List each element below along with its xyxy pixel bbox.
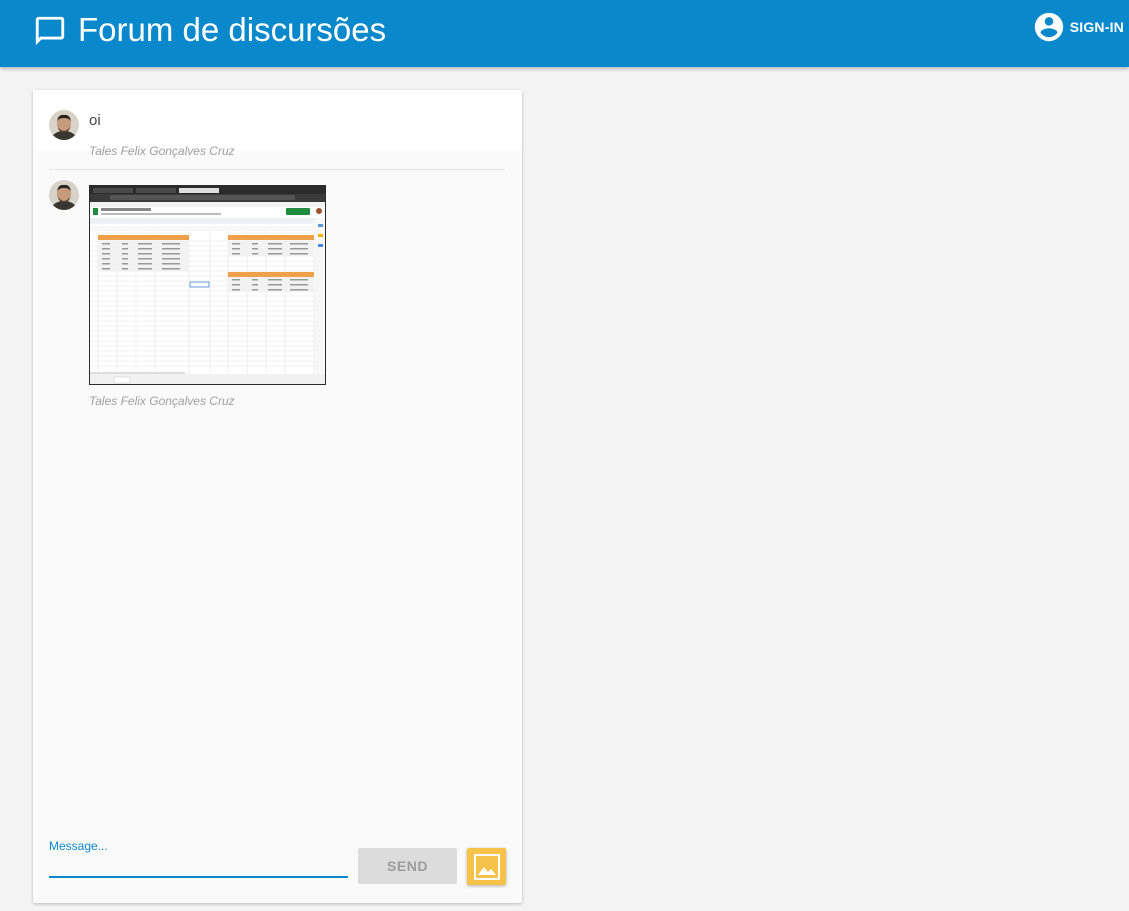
avatar: [49, 110, 79, 140]
sign-in-label: SIGN-IN: [1069, 19, 1124, 35]
chat-card: oi Tales Felix Gonçalves Cruz Tales Feli…: [33, 90, 522, 903]
message-item: oi Tales Felix Gonçalves Cruz: [49, 110, 505, 170]
message-placeholder: Message...: [49, 839, 108, 853]
message-field[interactable]: Message...: [49, 832, 348, 878]
message-item: Tales Felix Gonçalves Cruz: [49, 180, 505, 410]
upload-image-button[interactable]: [467, 848, 506, 885]
avatar: [49, 180, 79, 210]
message-text: oi: [89, 112, 101, 129]
page-title: Forum de discursões: [78, 11, 387, 48]
chat-bubble-icon: [35, 16, 65, 46]
account-circle-icon: [1034, 12, 1063, 42]
send-button[interactable]: SEND: [358, 848, 457, 884]
message-author: Tales Felix Gonçalves Cruz: [89, 144, 235, 158]
message-image[interactable]: [89, 185, 326, 385]
message-author: Tales Felix Gonçalves Cruz: [89, 394, 235, 408]
app-header: Forum de discursões SIGN-IN: [0, 0, 1129, 67]
message-input[interactable]: [49, 852, 348, 874]
sign-in-button[interactable]: SIGN-IN: [1032, 10, 1124, 44]
compose-area: Message... SEND: [49, 832, 509, 892]
image-icon: [473, 853, 500, 880]
spreadsheet-thumbnail: [90, 186, 325, 384]
